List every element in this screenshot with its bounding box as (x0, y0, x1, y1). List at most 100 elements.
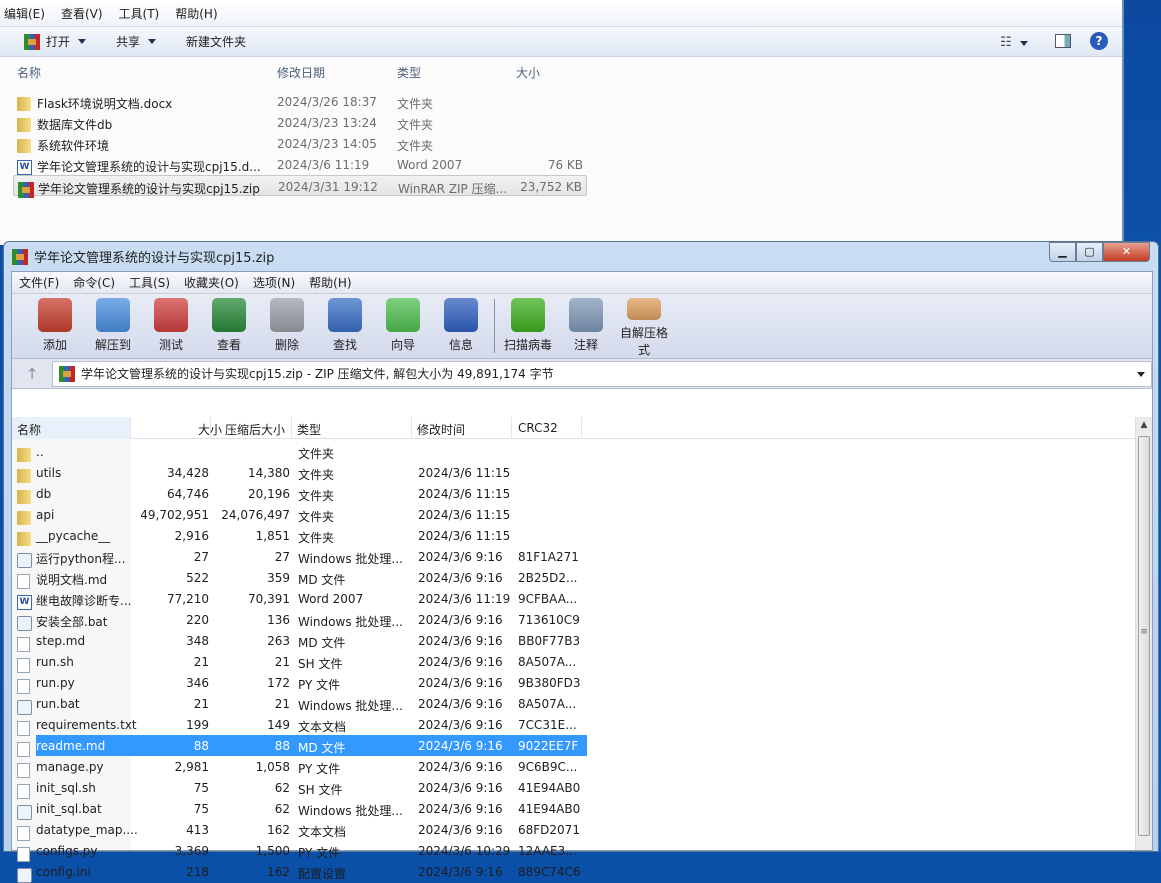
file-row[interactable]: 数据库文件db 2024/3/23 13:24 文件夹 (13, 112, 587, 133)
scrollbar-thumb[interactable]: ≡ (1138, 436, 1150, 836)
file-name: 学年论文管理系统的设计与实现cpj15.d... (37, 160, 261, 174)
col-modified[interactable]: 修改时间 (417, 421, 465, 438)
close-button[interactable]: ✕ (1103, 242, 1150, 262)
help-icon[interactable]: ? (1090, 32, 1108, 50)
file-row[interactable]: Flask环境说明文档.docx 2024/3/26 18:37 文件夹 (13, 91, 587, 112)
item-packed: 263 (267, 634, 290, 648)
file-name: Flask环境说明文档.docx (37, 97, 173, 111)
menu-options[interactable]: 选项(N) (253, 274, 295, 291)
explorer-column-header: 名称 修改日期 类型 大小 (0, 60, 600, 82)
list-header: 名称 大小 压缩后大小 类型 修改时间 CRC32 (12, 417, 1152, 439)
list-item[interactable]: run.py 346 172 PY 文件 2024/3/6 9:16 9B380… (12, 672, 587, 694)
list-item[interactable]: __pycache__ 2,916 1,851 文件夹 2024/3/6 11:… (12, 525, 587, 546)
item-packed: 1,851 (255, 529, 290, 543)
list-item[interactable]: step.md 348 263 MD 文件 2024/3/6 9:16 BB0F… (12, 630, 587, 652)
toolbar-button[interactable]: 测试 (142, 294, 200, 358)
chevron-down-icon[interactable] (1137, 371, 1145, 377)
list-item[interactable]: db 64,746 20,196 文件夹 2024/3/6 11:15 (12, 483, 587, 504)
col-name[interactable]: 名称 (17, 421, 41, 438)
item-name: configs.py (36, 844, 98, 858)
menu-commands[interactable]: 命令(C) (73, 274, 115, 291)
item-name: config.ini (36, 865, 91, 879)
folder-icon (17, 469, 31, 483)
list-item[interactable]: api 49,702,951 24,076,497 文件夹 2024/3/6 1… (12, 504, 587, 525)
list-item[interactable]: configs.py 3,369 1,500 PY 文件 2024/3/6 10… (12, 840, 587, 862)
menu-favorites[interactable]: 收藏夹(O) (184, 274, 239, 291)
file-date: 2024/3/31 19:12 (278, 180, 378, 194)
toolbar-button[interactable]: 自解压格式 (615, 294, 673, 358)
folder-icon (17, 448, 31, 462)
toolbar-button[interactable]: 查找 (316, 294, 374, 358)
maximize-button[interactable]: ▢ (1076, 242, 1103, 262)
file-row[interactable]: 系统软件环境 2024/3/23 14:05 文件夹 (13, 133, 587, 154)
file-icon (17, 826, 30, 841)
col-size[interactable]: 大小 (198, 421, 222, 438)
item-crc32: 8A507A... (518, 655, 577, 669)
file-row[interactable]: W 学年论文管理系统的设计与实现cpj15.d... 2024/3/6 11:1… (13, 154, 587, 175)
item-type: Word 2007 (298, 592, 364, 606)
item-name: step.md (36, 634, 86, 648)
item-packed: 88 (274, 739, 290, 753)
toolbar-button[interactable]: 删除 (258, 294, 316, 358)
list-item[interactable]: run.sh 21 21 SH 文件 2024/3/6 9:16 8A507A.… (12, 651, 587, 673)
toolbar-button[interactable]: 添加 (26, 294, 84, 358)
list-item[interactable]: 运行python程... 27 27 Windows 批处理... 2024/3… (12, 546, 587, 568)
item-name: init_sql.sh (36, 781, 96, 795)
item-modified: 2024/3/6 9:16 (418, 718, 503, 732)
toolbar-button[interactable]: 扫描病毒 (499, 294, 557, 358)
list-item[interactable]: W 继电故障诊断专... 77,210 70,391 Word 2007 202… (12, 588, 587, 610)
vertical-scrollbar[interactable]: ▲ ≡ (1135, 417, 1152, 850)
col-type[interactable]: 类型 (297, 421, 321, 438)
list-item[interactable]: utils 34,428 14,380 文件夹 2024/3/6 11:15 (12, 462, 587, 483)
list-item[interactable]: .. 文件夹 (12, 441, 587, 462)
new-folder-button[interactable]: 新建文件夹 (186, 33, 246, 50)
col-crc32[interactable]: CRC32 (518, 421, 558, 435)
menu-tools[interactable]: 工具(S) (129, 274, 170, 291)
file-row[interactable]: 学年论文管理系统的设计与实现cpj15.zip 2024/3/31 19:12 … (13, 175, 587, 198)
menu-help[interactable]: 帮助(H) (309, 274, 351, 291)
list-item[interactable]: 安装全部.bat 220 136 Windows 批处理... 2024/3/6… (12, 609, 587, 631)
menu-view[interactable]: 查看(V) (61, 5, 103, 22)
list-item[interactable]: run.bat 21 21 Windows 批处理... 2024/3/6 9:… (12, 693, 587, 715)
menu-help[interactable]: 帮助(H) (175, 5, 217, 22)
toolbar-label: 扫描病毒 (503, 338, 552, 352)
col-date[interactable]: 修改日期 (277, 64, 325, 81)
list-item[interactable]: 说明文档.md 522 359 MD 文件 2024/3/6 9:16 2B25… (12, 567, 587, 589)
item-packed: 62 (274, 781, 290, 795)
toolbar-button[interactable]: 查看 (200, 294, 258, 358)
list-item[interactable]: init_sql.bat 75 62 Windows 批处理... 2024/3… (12, 798, 587, 820)
view-options-icon[interactable]: ☷ (1000, 35, 1028, 50)
open-button[interactable]: 打开 (24, 33, 87, 50)
toolbar-button[interactable]: 注释 (557, 294, 615, 358)
share-button[interactable]: 共享 (116, 33, 157, 50)
menu-edit[interactable]: 编辑(E) (4, 5, 45, 22)
file-type: 文件夹 (397, 118, 434, 132)
item-modified: 2024/3/6 9:16 (418, 697, 503, 711)
item-packed: 70,391 (248, 592, 290, 606)
preview-pane-icon[interactable] (1055, 34, 1071, 48)
menu-file[interactable]: 文件(F) (19, 274, 59, 291)
list-item[interactable]: datatype_map.... 413 162 文本文档 2024/3/6 9… (12, 819, 587, 841)
address-field[interactable]: 学年论文管理系统的设计与实现cpj15.zip - ZIP 压缩文件, 解包大小… (52, 360, 1152, 387)
toolbar-button[interactable]: 信息 (432, 294, 490, 358)
item-type: 文本文档 (298, 720, 347, 734)
list-item[interactable]: config.ini 218 162 配置设置 2024/3/6 9:16 88… (12, 861, 587, 883)
toolbar-button[interactable]: 解压到 (84, 294, 142, 358)
minimize-button[interactable]: ▁ (1049, 242, 1076, 262)
toolbar-button[interactable]: 向导 (374, 294, 432, 358)
menu-tools[interactable]: 工具(T) (119, 5, 160, 22)
col-size[interactable]: 大小 (516, 64, 540, 81)
list-item[interactable]: requirements.txt 199 149 文本文档 2024/3/6 9… (12, 714, 587, 736)
item-packed: 21 (274, 697, 290, 711)
list-item[interactable]: manage.py 2,981 1,058 PY 文件 2024/3/6 9:1… (12, 756, 587, 778)
col-type[interactable]: 类型 (397, 64, 421, 81)
col-name[interactable]: 名称 (17, 64, 41, 81)
file-icon (17, 679, 30, 694)
col-packed[interactable]: 压缩后大小 (225, 421, 285, 438)
list-item[interactable]: readme.md 88 88 MD 文件 2024/3/6 9:16 9022… (12, 735, 587, 757)
item-crc32: 9022EE7F (518, 739, 579, 753)
up-arrow-icon[interactable]: ↑ (12, 365, 52, 383)
item-crc32: 713610C9 (518, 613, 580, 627)
list-item[interactable]: init_sql.sh 75 62 SH 文件 2024/3/6 9:16 41… (12, 777, 587, 799)
item-name: datatype_map.... (36, 823, 138, 837)
